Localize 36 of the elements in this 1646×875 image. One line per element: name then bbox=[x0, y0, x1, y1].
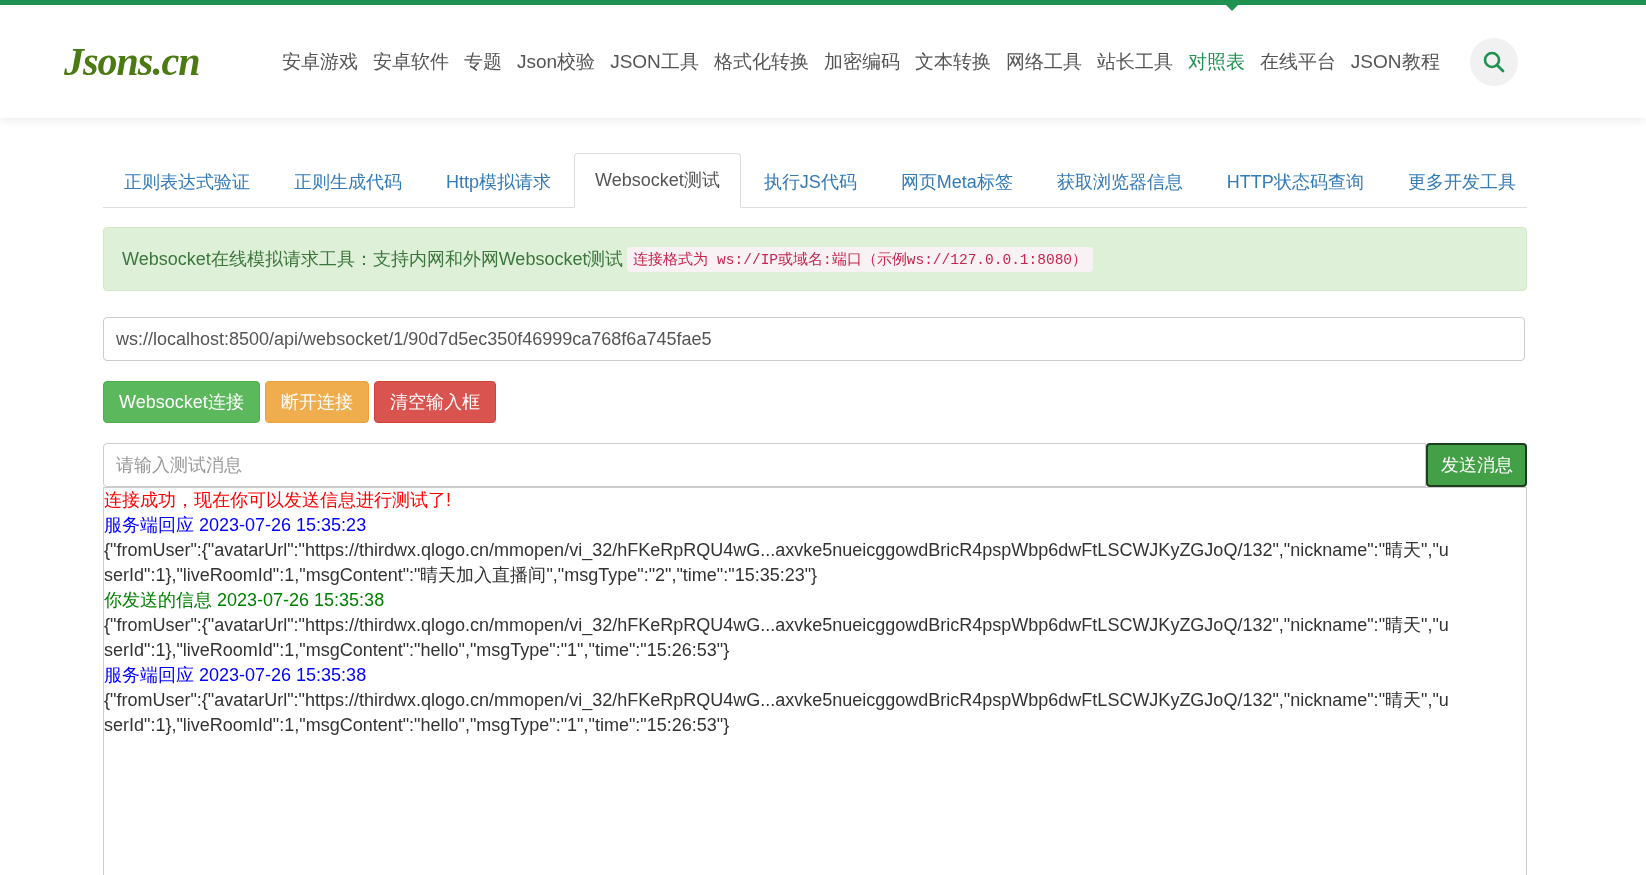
tab[interactable]: 获取浏览器信息 bbox=[1035, 155, 1204, 208]
tab[interactable]: Websocket测试 bbox=[574, 153, 741, 208]
nav-link[interactable]: 专题 bbox=[464, 48, 502, 75]
sent-message-heading: 你发送的信息 2023-07-26 15:35:38 bbox=[104, 589, 386, 612]
tab[interactable]: Http模拟请求 bbox=[425, 155, 572, 208]
site-logo[interactable]: Jsons.cn bbox=[64, 38, 220, 85]
nav-link[interactable]: 网络工具 bbox=[1005, 48, 1082, 75]
tab[interactable]: 正则生成代码 bbox=[273, 155, 423, 208]
tab[interactable]: HTTP状态码查询 bbox=[1205, 155, 1385, 208]
nav-link[interactable]: JSON教程 bbox=[1350, 48, 1440, 75]
tab[interactable]: 更多开发工具 bbox=[1386, 155, 1537, 208]
clear-button[interactable]: 清空输入框 bbox=[373, 381, 496, 423]
nav-link[interactable]: 在线平台 bbox=[1259, 48, 1336, 75]
info-text: Websocket在线模拟请求工具：支持内网和外网Websocket测试 bbox=[122, 248, 624, 271]
nav-link[interactable]: 文本转换 bbox=[914, 48, 991, 75]
url-field[interactable]: ws://localhost:8500/api/websocket/1/90d7d5ec350f46999ca768f6a745fae5 bbox=[103, 317, 1525, 361]
status-message: 连接成功，现在你可以发送信息进行测试了! bbox=[104, 489, 452, 512]
message-field[interactable]: 请输入测试消息 bbox=[103, 443, 1426, 487]
server-reply-heading: 服务端回应 2023-07-26 15:35:23 bbox=[104, 514, 368, 537]
message-body: {"fromUser":{"avatarUrl":"https://thirdwx.qlogo.cn/mmopen/vi_32/hFKeRpRQU4wG...axvke5nueicggowdBricR4pspWbp6dwFtLSCWJKyZGJoQ/132","nickname":"晴天","userId":1},"liveRoomId":1,"msgContent":"hello","msgType":"1","time":"15:26:53"} bbox=[104, 689, 1450, 737]
nav-link[interactable]: 对照表 bbox=[1187, 48, 1245, 75]
nav-link[interactable]: 加密编码 bbox=[823, 48, 900, 75]
tab[interactable]: 执行JS代码 bbox=[742, 155, 878, 208]
message-body: {"fromUser":{"avatarUrl":"https://thirdwx.qlogo.cn/mmopen/vi_32/hFKeRpRQU4wG...axvke5nueicggowdBricR4pspWbp6dwFtLSCWJKyZGJoQ/132","nickname":"晴天","userId":1},"liveRoomId":1,"msgContent":"hello","msgType":"1","time":"15:26:53"} bbox=[104, 614, 1450, 662]
message-body: {"fromUser":{"avatarUrl":"https://thirdwx.qlogo.cn/mmopen/vi_32/hFKeRpRQU4wG...axvke5nueicggowdBricR4pspWbp6dwFtLSCWJKyZGJoQ/132","nickname":"晴天","userId":1},"liveRoomId":1,"msgContent":"晴天加入直播间","msgType":"2","time":"15:35:23"} bbox=[104, 539, 1450, 587]
format-hint: 连接格式为 ws://IP或域名:端口（示例ws://127.0.0.1:8080） bbox=[627, 246, 1094, 272]
nav-link[interactable]: JSON工具 bbox=[610, 48, 699, 75]
nav-link[interactable]: 安卓软件 bbox=[373, 48, 449, 75]
nav-link[interactable]: Json校验 bbox=[517, 48, 596, 75]
search-icon bbox=[1482, 50, 1505, 73]
nav-link[interactable]: 格式化转换 bbox=[713, 48, 809, 75]
tab[interactable]: 网页Meta标签 bbox=[879, 155, 1034, 208]
server-reply-heading: 服务端回应 2023-07-26 15:35:38 bbox=[104, 664, 368, 687]
tab[interactable]: 正则表达式验证 bbox=[103, 155, 271, 208]
nav-link[interactable]: 安卓游戏 bbox=[282, 48, 358, 75]
nav-link[interactable]: 站长工具 bbox=[1096, 48, 1173, 75]
